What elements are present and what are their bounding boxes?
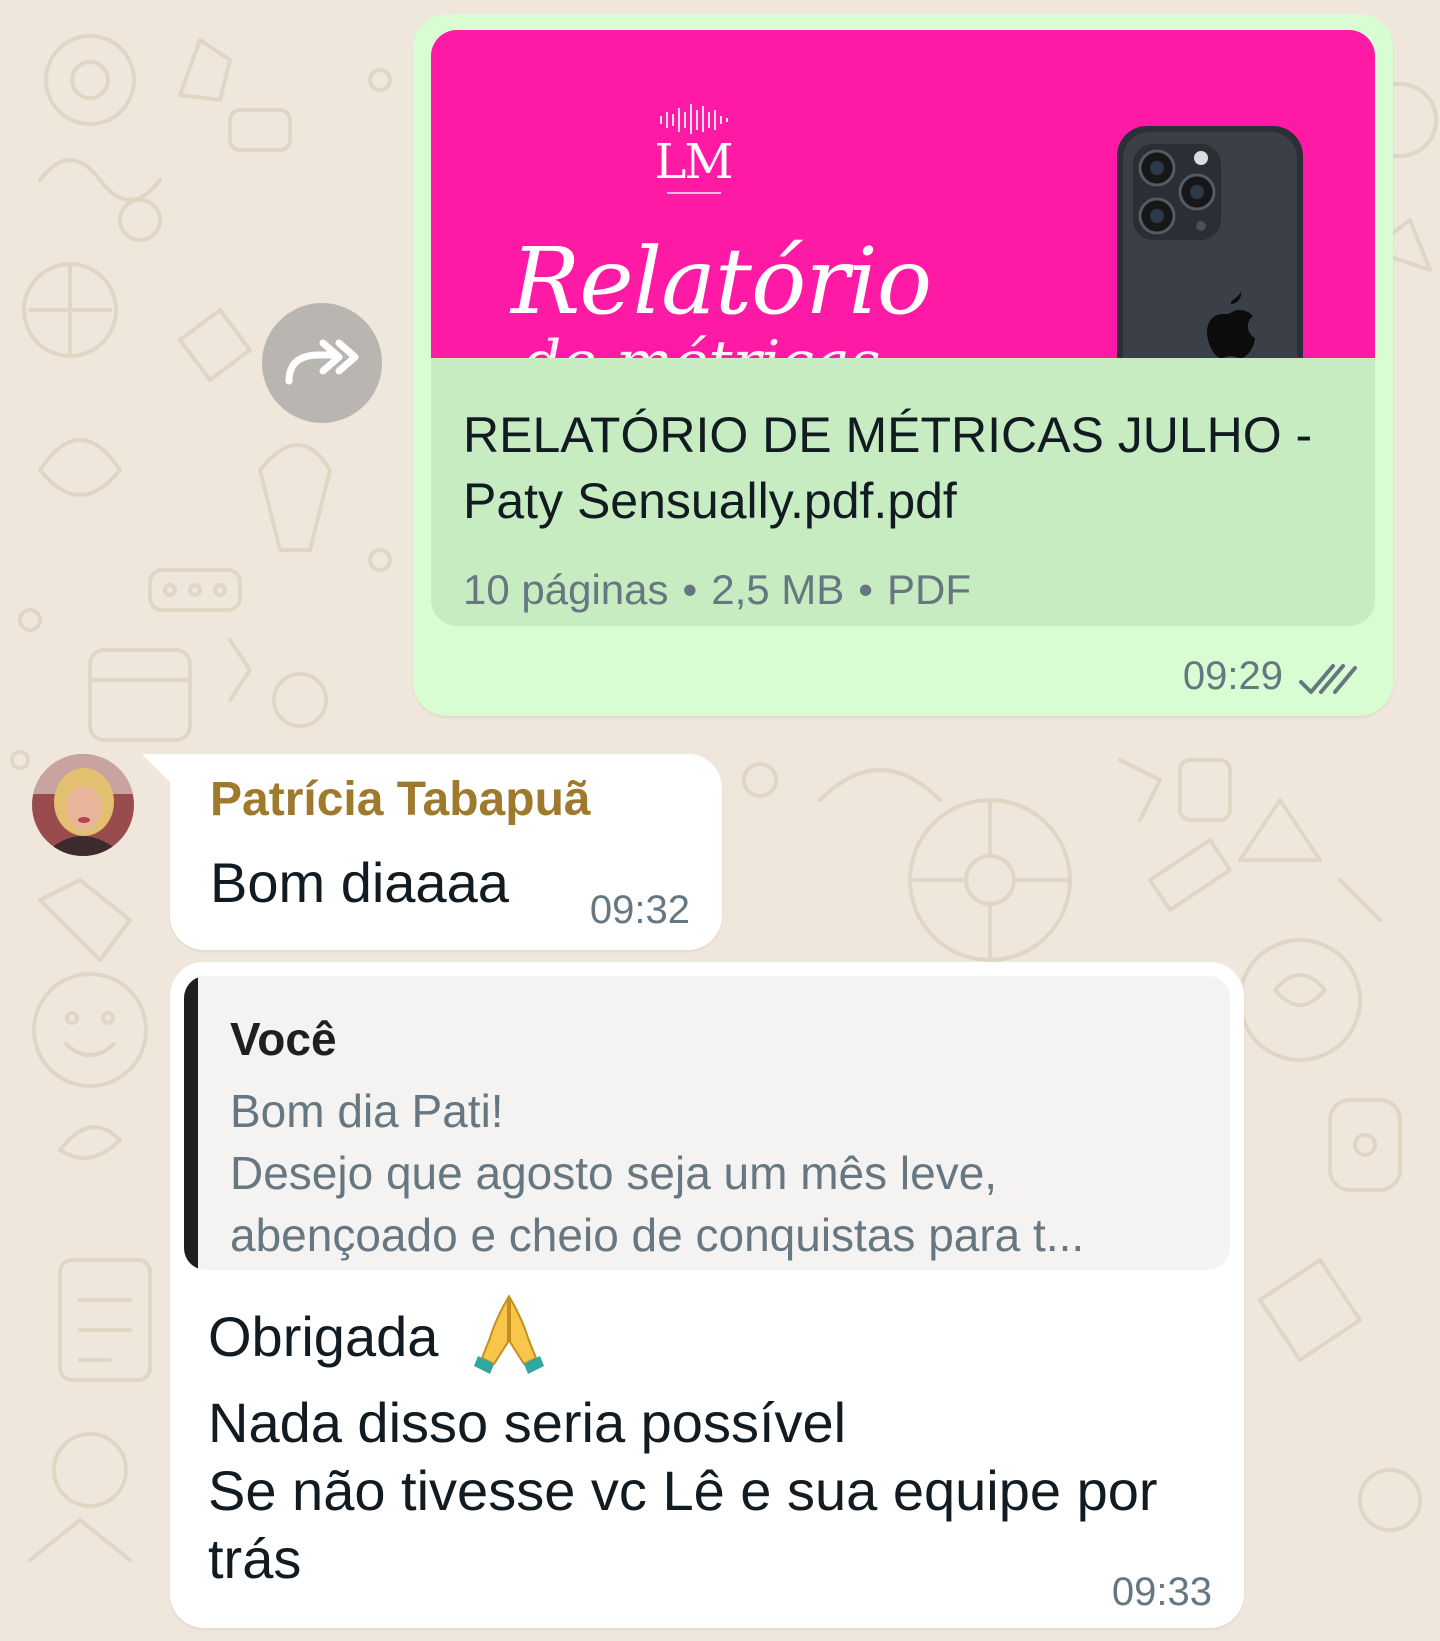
- document-attachment[interactable]: LM Relatório de métricas RELATÓRIO DE MÉ…: [431, 30, 1375, 626]
- double-check-icon: [1299, 664, 1357, 694]
- message-time: 09:29: [1182, 654, 1283, 698]
- message-time: 09:33: [1111, 1570, 1212, 1614]
- forward-button[interactable]: [262, 303, 382, 423]
- message-text: Bom diaaaa: [210, 851, 509, 914]
- message-time: 09:32: [589, 888, 690, 932]
- folded-hands-icon: [474, 1294, 544, 1374]
- document-type: PDF: [887, 566, 972, 613]
- outgoing-document-message[interactable]: LM Relatório de métricas RELATÓRIO DE MÉ…: [413, 14, 1393, 716]
- document-pages: 10 páginas: [463, 566, 669, 613]
- thumbnail-title: Relatório: [511, 228, 932, 335]
- quote-author: Você: [230, 1013, 337, 1065]
- reply-text-line: Obrigada: [208, 1305, 439, 1368]
- document-thumbnail[interactable]: LM Relatório de métricas: [431, 30, 1375, 358]
- thumbnail-logo: LM: [654, 134, 733, 190]
- reply-text-line: Se não tivesse vc Lê e sua equipe por: [208, 1459, 1158, 1522]
- meta-separator: •: [682, 566, 698, 613]
- avatar-photo: [32, 754, 134, 856]
- document-file-name: RELATÓRIO DE MÉTRICAS JULHO - Paty Sensu…: [463, 407, 1313, 529]
- quote-line: abençoado e cheio de conquistas para t..…: [230, 1209, 1085, 1261]
- document-size: 2,5 MB: [711, 566, 845, 613]
- phone-image: [1117, 126, 1303, 358]
- bubble-tail: [142, 754, 170, 782]
- reply-text-line: trás: [208, 1527, 302, 1590]
- thumbnail-logo-underline: [667, 192, 721, 194]
- reply-text-line: Nada disso seria possível: [208, 1391, 847, 1454]
- quote-line: Bom dia Pati!: [230, 1085, 504, 1137]
- incoming-reply-message[interactable]: Você Bom dia Pati! Desejo que agosto sej…: [170, 962, 1244, 1628]
- incoming-message[interactable]: Patrícia Tabapuã Bom diaaaa 09:32: [142, 754, 722, 950]
- quote-line: Desejo que agosto seja um mês leve,: [230, 1147, 998, 1199]
- audio-wave-logo-icon: [660, 104, 728, 134]
- meta-separator: •: [858, 566, 874, 613]
- thumbnail-subtitle: de métricas: [523, 328, 881, 358]
- document-meta: 10 páginas • 2,5 MB • PDF: [463, 566, 971, 614]
- sender-name[interactable]: Patrícia Tabapuã: [210, 772, 591, 827]
- quoted-message[interactable]: Você Bom dia Pati! Desejo que agosto sej…: [184, 976, 1230, 1270]
- forward-icon: [285, 339, 359, 385]
- quote-bar: [184, 976, 198, 1270]
- sender-avatar[interactable]: [32, 754, 134, 856]
